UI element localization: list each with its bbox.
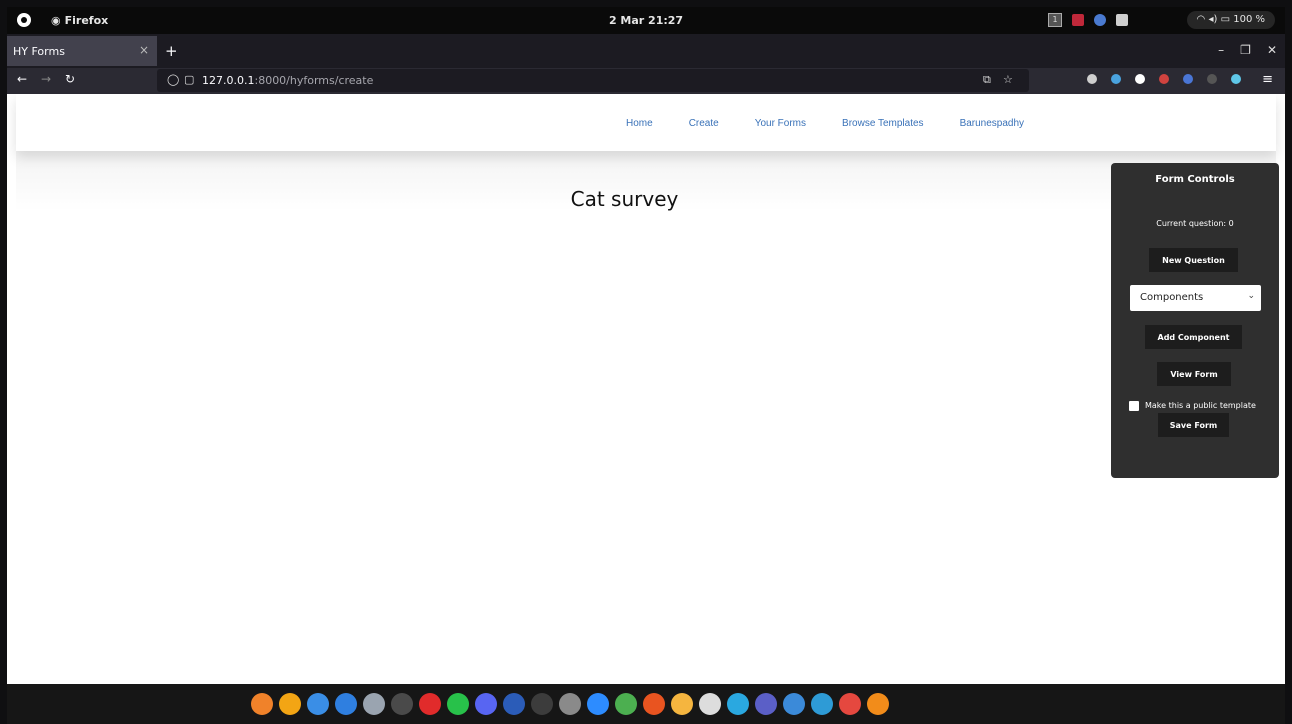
bookmark-star-icon[interactable]: ☆ [1003, 73, 1013, 86]
form-controls-heading: Form Controls [1155, 174, 1235, 185]
text-editor-icon[interactable] [867, 693, 889, 715]
wifi-icon: ◠ [1196, 14, 1206, 25]
form-controls-panel: Form Controls Current question: 0 New Qu… [1111, 163, 1279, 478]
nav-your-forms-link[interactable]: Your Forms [755, 118, 806, 129]
back-icon[interactable]: ← [17, 72, 27, 86]
site-nav-links: Home Create Your Forms Browse Templates … [626, 118, 1024, 129]
public-template-checkbox[interactable] [1129, 401, 1139, 411]
nav-browse-templates-link[interactable]: Browse Templates [842, 118, 924, 129]
pocket-icon[interactable] [1087, 74, 1097, 84]
tab-strip: HY Forms × + – ❐ ✕ [7, 34, 1285, 68]
nav-home-link[interactable]: Home [626, 118, 653, 129]
window-controls: – ❐ ✕ [1218, 43, 1277, 57]
close-window-icon[interactable]: ✕ [1267, 43, 1277, 57]
new-question-button[interactable]: New Question [1149, 248, 1238, 272]
url-host: 127.0.0.1 [202, 74, 255, 87]
chevron-down-icon: ⌄ [1247, 291, 1255, 301]
form-title[interactable]: Cat survey [557, 187, 692, 211]
site-navbar: Home Create Your Forms Browse Templates … [16, 94, 1276, 151]
system-top-bar: ◉ Firefox 2 Mar 21:27 1 ◠ ◂) ▭ 100 % [7, 7, 1285, 34]
save-form-button[interactable]: Save Form [1158, 413, 1229, 437]
word-icon[interactable] [503, 693, 525, 715]
downloads-icon[interactable] [1111, 74, 1121, 84]
pdf-icon[interactable] [839, 693, 861, 715]
firefox-icon[interactable] [251, 693, 273, 715]
extension-b-icon[interactable] [1135, 74, 1145, 84]
chrome-icon[interactable] [307, 693, 329, 715]
steam-icon[interactable] [531, 693, 553, 715]
url-bar[interactable]: ◯ ▢ 127.0.0.1:8000/hyforms/create ⧉ ☆ [157, 69, 1029, 92]
nav-create-link[interactable]: Create [689, 118, 719, 129]
reload-icon[interactable]: ↻ [65, 72, 75, 86]
terminal-icon[interactable] [391, 693, 413, 715]
settings-icon[interactable] [363, 693, 385, 715]
new-tab-icon[interactable]: + [165, 42, 178, 60]
forward-icon[interactable]: → [41, 72, 51, 86]
react-devtools-icon[interactable] [1231, 74, 1241, 84]
browser-icon[interactable] [811, 693, 833, 715]
system-status-menu[interactable]: ◠ ◂) ▭ 100 % [1186, 11, 1275, 29]
tab-title: HY Forms [13, 45, 65, 58]
url-path: :8000/hyforms/create [254, 74, 374, 87]
extension-x-icon[interactable] [1159, 74, 1169, 84]
current-question-label: Current question: 0 [1156, 219, 1234, 228]
sublime-icon[interactable] [279, 693, 301, 715]
zoom-icon[interactable] [587, 693, 609, 715]
public-template-label[interactable]: Make this a public template [1145, 401, 1256, 410]
translate-icon[interactable]: ⧉ [983, 73, 991, 87]
virtualbox-icon[interactable] [727, 693, 749, 715]
url-text[interactable]: 127.0.0.1:8000/hyforms/create [202, 74, 373, 87]
media-player-icon[interactable] [419, 693, 441, 715]
tab-hy-forms[interactable]: HY Forms × [7, 36, 157, 66]
add-component-button[interactable]: Add Component [1145, 325, 1242, 349]
navigation-toolbar: ← → ↻ ◯ ▢ 127.0.0.1:8000/hyforms/create … [7, 68, 1285, 94]
remote-desktop-icon[interactable] [615, 693, 637, 715]
record-icon[interactable] [1072, 14, 1084, 26]
mail-icon[interactable] [335, 693, 357, 715]
discord-icon[interactable] [475, 693, 497, 715]
extensions-area [1087, 74, 1241, 84]
dock [7, 684, 1285, 724]
teams-icon[interactable] [755, 693, 777, 715]
maximize-icon[interactable]: ❐ [1240, 43, 1251, 57]
kite-icon[interactable] [699, 693, 721, 715]
dock-icons [251, 693, 889, 715]
battery-icon: ▭ [1220, 14, 1231, 25]
ubuntu-icon[interactable] [643, 693, 665, 715]
workspace-indicator[interactable]: 1 [1048, 13, 1062, 27]
network-tray-icon[interactable] [1094, 14, 1106, 26]
minimize-icon[interactable]: – [1218, 43, 1224, 57]
tracking-shield-icon[interactable]: ◯ [167, 73, 179, 86]
files-icon[interactable] [671, 693, 693, 715]
whatsapp-icon[interactable] [447, 693, 469, 715]
extension-leaf-icon[interactable] [1207, 74, 1217, 84]
page-info-icon[interactable]: ▢ [184, 73, 194, 86]
components-select-value: Components [1140, 292, 1204, 303]
settings-wheel-icon[interactable] [559, 693, 581, 715]
vscode-icon[interactable] [783, 693, 805, 715]
view-form-button[interactable]: View Form [1157, 362, 1231, 386]
components-select[interactable]: Components ⌄ [1130, 285, 1261, 311]
extension-m-icon[interactable] [1183, 74, 1193, 84]
nav-user-link[interactable]: Barunespadhy [960, 118, 1025, 129]
clipboard-icon[interactable] [1116, 14, 1128, 26]
system-tray: 1 [1048, 13, 1128, 27]
battery-level: 100 % [1233, 14, 1265, 25]
volume-icon: ◂) [1208, 14, 1218, 25]
tab-close-icon[interactable]: × [139, 43, 149, 57]
page-viewport: Home Create Your Forms Browse Templates … [7, 94, 1285, 684]
hamburger-menu-icon[interactable]: ≡ [1262, 72, 1273, 87]
